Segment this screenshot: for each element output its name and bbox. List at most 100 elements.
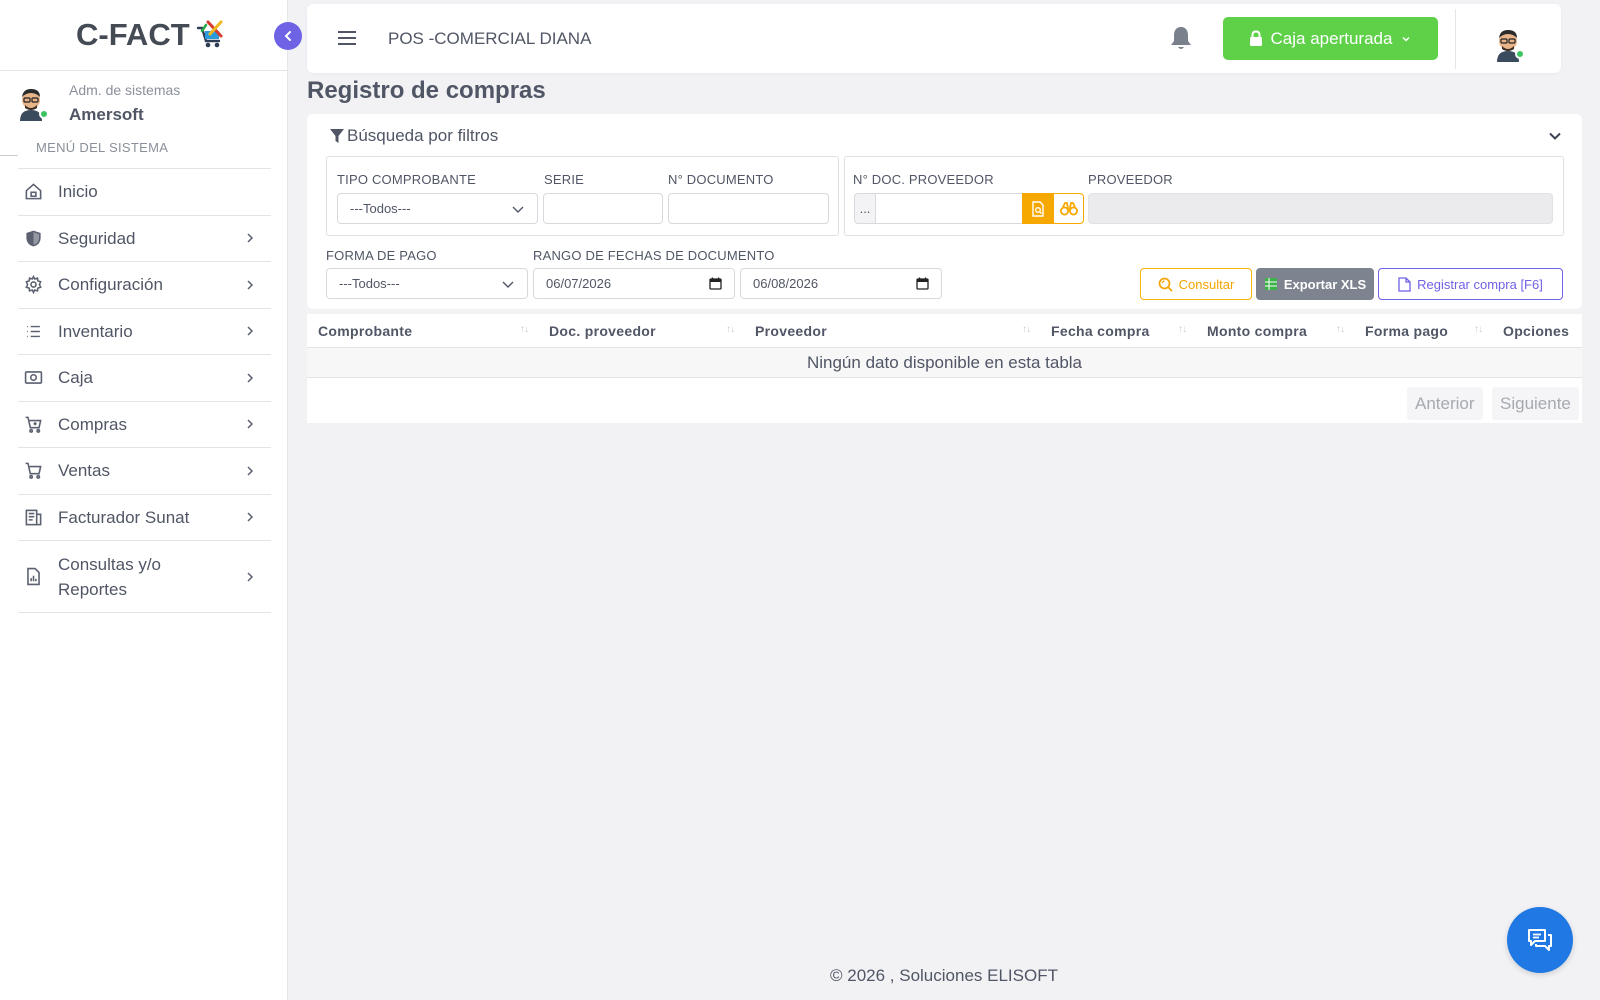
doc-proveedor-input[interactable] [875, 193, 1023, 224]
doc-proveedor-label: N° DOC. PROVEEDOR [853, 172, 994, 187]
user-role: Adm. de sistemas [69, 82, 181, 98]
sidebar-item-consultas-reportes[interactable]: Consultas y/o Reportes [18, 541, 271, 613]
sidebar-collapse-button[interactable] [274, 22, 302, 50]
report-icon [23, 567, 43, 587]
sort-icon[interactable]: ↑↓ [1178, 324, 1187, 335]
consultar-button[interactable]: Consultar [1140, 268, 1252, 300]
numero-documento-input[interactable] [668, 193, 829, 224]
calendar-icon[interactable] [709, 277, 722, 290]
sort-icon[interactable]: ↑↓ [726, 324, 735, 335]
gear-icon [23, 275, 43, 295]
page-title: Registro de compras [307, 77, 546, 104]
sidebar-item-label: Configuración [58, 275, 163, 295]
chevron-right-icon [247, 571, 254, 582]
search-icon [1158, 277, 1173, 292]
sort-icon[interactable]: ↑↓ [520, 324, 529, 335]
sidebar-item-ventas[interactable]: Ventas [18, 448, 271, 495]
sort-icon[interactable]: ↑↓ [1336, 324, 1345, 335]
sidebar-item-label: Inicio [58, 182, 98, 202]
invoice-icon [23, 507, 43, 527]
table-empty-row: Ningún dato disponible en esta tabla [307, 348, 1582, 378]
doc-type-addon[interactable]: ... [854, 193, 876, 224]
column-header-doc-proveedor[interactable]: Doc. proveedor [549, 323, 656, 339]
column-header-monto-compra[interactable]: Monto compra [1207, 323, 1307, 339]
menu-title-divider [0, 155, 18, 156]
sidebar-item-label: Compras [58, 414, 127, 434]
online-status-dot [39, 109, 49, 119]
sort-icon[interactable]: ↑↓ [1022, 324, 1031, 335]
filter-icon [330, 129, 344, 143]
store-name: POS -COMERCIAL DIANA [388, 29, 592, 48]
sidebar-item-caja[interactable]: Caja [18, 355, 271, 402]
sidebar-item-label: Inventario [58, 321, 133, 341]
cart-plus-icon [23, 414, 43, 434]
sidebar-item-compras[interactable]: Compras [18, 402, 271, 448]
sidebar-item-label: Caja [58, 368, 93, 388]
sort-icon[interactable]: ↑↓ [1474, 324, 1483, 335]
pager-next-button[interactable]: Siguiente [1492, 387, 1579, 420]
proveedor-input[interactable] [1088, 193, 1553, 224]
cart-icon [23, 461, 43, 481]
topbar-divider [1455, 9, 1456, 69]
logo-text: C-FACT [76, 17, 190, 52]
caja-status-label: Caja aperturada [1270, 28, 1393, 48]
column-header-forma-pago[interactable]: Forma pago [1365, 323, 1448, 339]
lock-icon [1249, 30, 1262, 46]
sidebar-item-inicio[interactable]: Inicio [18, 169, 271, 216]
hamburger-menu-icon[interactable] [337, 30, 357, 46]
search-provider-sunat-button[interactable] [1022, 193, 1053, 224]
sidebar-item-seguridad[interactable]: Seguridad [18, 216, 271, 262]
chat-icon [1528, 929, 1552, 951]
chevron-right-icon [247, 373, 254, 383]
caja-status-button[interactable]: Caja aperturada [1223, 17, 1438, 60]
tipo-comprobante-value: ---Todos--- [350, 201, 411, 216]
fecha-desde-input[interactable]: 06/07/2026 [533, 268, 735, 299]
topbar: POS -COMERCIAL DIANA Caja aperturada [307, 4, 1561, 73]
column-header-proveedor[interactable]: Proveedor [755, 323, 827, 339]
fecha-desde-value: 06/07/2026 [546, 276, 612, 291]
forma-pago-select[interactable]: ---Todos--- [326, 268, 528, 299]
chevron-right-icon [247, 233, 254, 243]
document-search-icon [1031, 200, 1044, 217]
chevron-right-icon [247, 326, 254, 336]
forma-pago-label: FORMA DE PAGO [326, 248, 437, 263]
sidebar: C-FACT Adm. de sistemas Amersoft MENÚ DE… [0, 0, 288, 1000]
cart-logo-icon [196, 20, 223, 48]
doc-type-addon-label: ... [859, 201, 871, 216]
app-logo[interactable]: C-FACT [76, 17, 226, 53]
forma-pago-value: ---Todos--- [339, 276, 400, 291]
chevron-left-icon [284, 31, 291, 41]
rango-fechas-label: RANGO DE FECHAS DE DOCUMENTO [533, 248, 775, 263]
sidebar-item-label: Consultas y/o Reportes [58, 554, 161, 599]
exportar-xls-button[interactable]: Exportar XLS [1256, 268, 1374, 300]
tipo-comprobante-select[interactable]: ---Todos--- [337, 193, 538, 224]
filter-card: Búsqueda por filtros TIPO COMPROBANTE --… [307, 114, 1582, 309]
column-header-comprobante[interactable]: Comprobante [318, 323, 412, 339]
registrar-compra-button[interactable]: Registrar compra [F6] [1378, 268, 1563, 300]
menu-title: MENÚ DEL SISTEMA [36, 140, 169, 155]
chat-button[interactable] [1507, 907, 1573, 973]
shield-icon [23, 228, 43, 248]
chevron-right-icon [247, 512, 254, 522]
column-header-fecha-compra[interactable]: Fecha compra [1051, 323, 1150, 339]
registrar-label: Registrar compra [F6] [1417, 276, 1543, 292]
sidebar-item-facturador-sunat[interactable]: Facturador Sunat [18, 495, 271, 541]
numero-documento-label: N° DOCUMENTO [668, 172, 774, 187]
bell-icon[interactable] [1169, 25, 1193, 51]
chevron-down-icon [1402, 36, 1410, 42]
sidebar-item-label: Facturador Sunat [58, 507, 190, 527]
serie-input[interactable] [543, 193, 663, 224]
table-header: Comprobante ↑↓ Doc. proveedor ↑↓ Proveed… [307, 314, 1582, 348]
column-header-opciones: Opciones [1503, 323, 1570, 339]
sidebar-item-inventario[interactable]: Inventario [18, 309, 271, 355]
spreadsheet-icon [1264, 278, 1277, 290]
pager-prev-button[interactable]: Anterior [1407, 387, 1483, 420]
calendar-icon[interactable] [916, 277, 929, 290]
find-provider-button[interactable] [1053, 193, 1084, 224]
fecha-hasta-input[interactable]: 06/08/2026 [740, 268, 942, 299]
chevron-down-icon[interactable] [1548, 129, 1562, 143]
sidebar-item-configuracion[interactable]: Configuración [18, 262, 271, 309]
filter-heading-label: Búsqueda por filtros [347, 126, 499, 145]
filter-heading[interactable]: Búsqueda por filtros [329, 126, 498, 146]
compras-table: Comprobante ↑↓ Doc. proveedor ↑↓ Proveed… [307, 314, 1582, 423]
